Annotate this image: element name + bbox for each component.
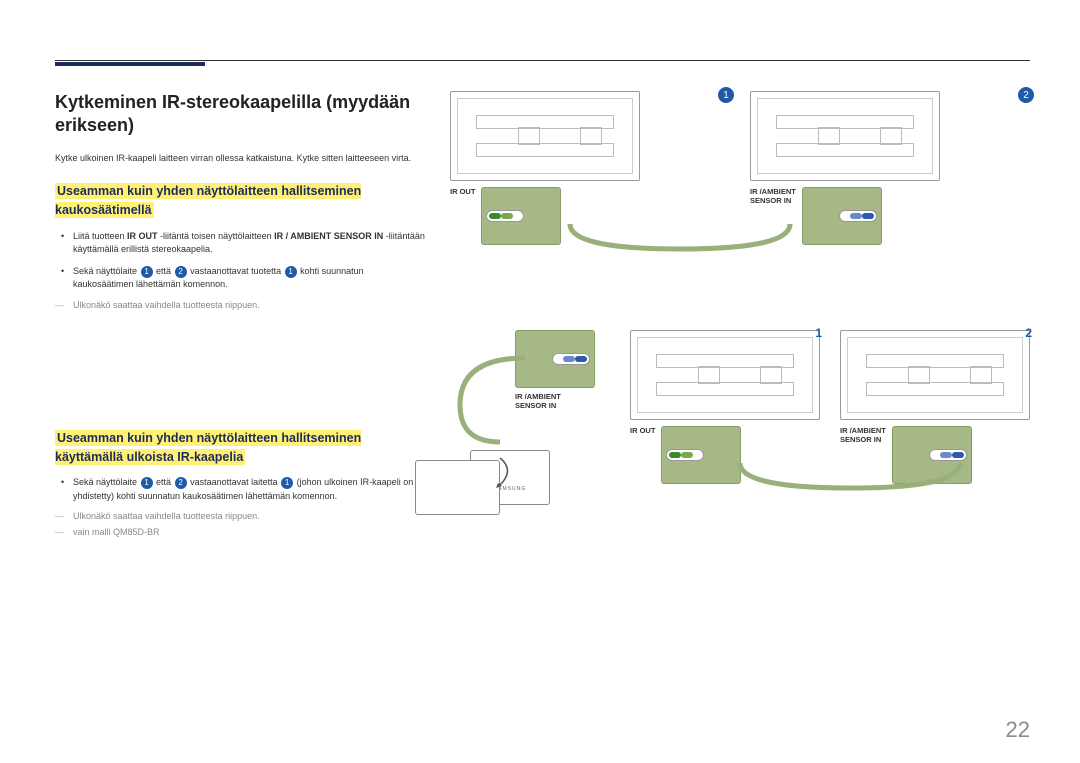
display-panel-icon bbox=[450, 91, 640, 181]
display-2b: 2 IR /AMBIENT SENSOR IN bbox=[840, 330, 1030, 484]
port-ir-in-top-icon bbox=[515, 330, 595, 388]
port-ir-out-icon bbox=[481, 187, 561, 245]
jack-plug-icon bbox=[666, 449, 704, 461]
ref-badge-1-icon: 1 bbox=[141, 266, 153, 278]
li-text: Sekä näyttölaite bbox=[73, 266, 140, 276]
list-item: Sekä näyttölaite 1 että 2 vastaanottavat… bbox=[73, 476, 425, 503]
badge-2-icon: 2 bbox=[1018, 87, 1034, 103]
label-line: SENSOR IN bbox=[840, 435, 881, 444]
port-row: IR OUT bbox=[630, 426, 820, 484]
left-column: Kytkeminen IR-stereokaapelilla (myydään … bbox=[55, 91, 425, 541]
num-2: 2 bbox=[1025, 326, 1032, 340]
port-ir-in-icon bbox=[892, 426, 972, 484]
label-line: SENSOR IN bbox=[750, 196, 791, 205]
remote-box-icon bbox=[415, 460, 500, 515]
port-row: IR OUT bbox=[450, 187, 730, 245]
diagram-row-2: IR /AMBIENT SENSOR IN SAMSUNG 1 bbox=[450, 330, 1030, 505]
label-line: IR /AMBIENT bbox=[750, 187, 796, 196]
accent-bar bbox=[55, 62, 205, 66]
jack-plug-icon bbox=[552, 353, 590, 365]
ref-badge-1-icon: 1 bbox=[141, 477, 153, 489]
li-text: vastaanottavat tuotetta bbox=[188, 266, 284, 276]
li-text: että bbox=[154, 266, 174, 276]
port-row: IR /AMBIENT SENSOR IN bbox=[840, 426, 1030, 484]
port-label-ir-ambient: IR /AMBIENT SENSOR IN bbox=[840, 426, 886, 444]
section2-heading-wrap: Useamman kuin yhden näyttölaitteen halli… bbox=[55, 429, 425, 467]
ref-badge-1-icon: 1 bbox=[281, 477, 293, 489]
port-ir-in-icon bbox=[802, 187, 882, 245]
intro-text: Kytke ulkoinen IR-kaapeli laitteen virra… bbox=[55, 152, 425, 165]
label-line: SENSOR IN bbox=[515, 401, 556, 410]
port-label-ir-out: IR OUT bbox=[630, 426, 655, 435]
jack-plug-icon bbox=[839, 210, 877, 222]
port-label-ir-out: IR OUT bbox=[450, 187, 475, 196]
section2-list: Sekä näyttölaite 1 että 2 vastaanottavat… bbox=[55, 476, 425, 503]
list-item: Liitä tuotteen IR OUT -liitäntä toisen n… bbox=[73, 230, 425, 257]
li-text: -liitäntä toisen näyttölaitteen bbox=[158, 231, 275, 241]
section1-heading-text: Useamman kuin yhden näyttölaitteen halli… bbox=[55, 183, 361, 218]
section1-list: Liitä tuotteen IR OUT -liitäntä toisen n… bbox=[55, 230, 425, 292]
li-text: vastaanottavat laitetta bbox=[188, 477, 281, 487]
external-receiver-column: IR /AMBIENT SENSOR IN SAMSUNG bbox=[450, 330, 610, 505]
section2-note2: vain malli QM85D-BR bbox=[55, 527, 425, 537]
ref-badge-1-icon: 1 bbox=[285, 266, 297, 278]
content-columns: Kytkeminen IR-stereokaapelilla (myydään … bbox=[55, 91, 1030, 541]
section2-heading-text: Useamman kuin yhden näyttölaitteen halli… bbox=[55, 430, 361, 465]
li-text: että bbox=[154, 477, 174, 487]
label-line: IR /AMBIENT bbox=[515, 392, 561, 401]
display-panel-icon bbox=[840, 330, 1030, 420]
port-label-ir-ambient: IR /AMBIENT SENSOR IN bbox=[515, 392, 610, 410]
jack-plug-icon bbox=[486, 210, 524, 222]
li-bold: IR OUT bbox=[127, 231, 158, 241]
right-column: 1 IR OUT 2 IR /AMBIENT SENSOR IN bbox=[450, 91, 1030, 541]
section2-note1: Ulkonäkö saattaa vaihdella tuotteesta ri… bbox=[55, 511, 425, 521]
port-ir-out-icon bbox=[661, 426, 741, 484]
display-1b: 1 IR OUT bbox=[630, 330, 820, 484]
section1-heading-wrap: Useamman kuin yhden näyttölaitteen halli… bbox=[55, 182, 425, 220]
label-line: IR /AMBIENT bbox=[840, 426, 886, 435]
section1-note: Ulkonäkö saattaa vaihdella tuotteesta ri… bbox=[55, 300, 425, 310]
page-number: 22 bbox=[1006, 717, 1030, 743]
jack-plug-icon bbox=[929, 449, 967, 461]
num-1: 1 bbox=[815, 326, 822, 340]
li-text: Sekä näyttölaite bbox=[73, 477, 140, 487]
page-title: Kytkeminen IR-stereokaapelilla (myydään … bbox=[55, 91, 425, 138]
li-text: Liitä tuotteen bbox=[73, 231, 127, 241]
section1-heading: Useamman kuin yhden näyttölaitteen halli… bbox=[55, 184, 361, 217]
badge-1-icon: 1 bbox=[718, 87, 734, 103]
display-2: 2 IR /AMBIENT SENSOR IN bbox=[750, 91, 1030, 245]
list-item: Sekä näyttölaite 1 että 2 vastaanottavat… bbox=[73, 265, 425, 292]
ref-badge-2-icon: 2 bbox=[175, 477, 187, 489]
port-label-ir-ambient: IR /AMBIENT SENSOR IN bbox=[750, 187, 796, 205]
section2-heading: Useamman kuin yhden näyttölaitteen halli… bbox=[55, 431, 361, 464]
li-bold: IR / AMBIENT SENSOR IN bbox=[274, 231, 383, 241]
diagram-row-1: 1 IR OUT 2 IR /AMBIENT SENSOR IN bbox=[450, 91, 1030, 245]
port-row: IR /AMBIENT SENSOR IN bbox=[750, 187, 1030, 245]
ref-badge-2-icon: 2 bbox=[175, 266, 187, 278]
top-rule bbox=[55, 60, 1030, 61]
display-panel-icon bbox=[750, 91, 940, 181]
display-1: 1 IR OUT bbox=[450, 91, 730, 245]
display-panel-icon bbox=[630, 330, 820, 420]
